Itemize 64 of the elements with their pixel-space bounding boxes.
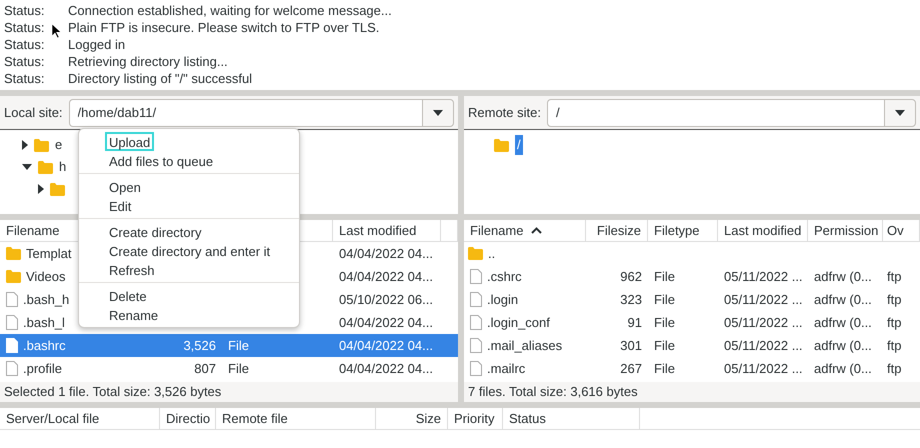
file-size: 323 (619, 290, 643, 309)
file-modified: 05/11/2022 ... (723, 360, 804, 378)
file-type: File (653, 314, 676, 332)
file-size: 3,526 (182, 336, 217, 355)
file-permissions: adfrw (0... (813, 290, 873, 309)
log-message: Logged in (68, 36, 126, 53)
tree-item-label: / (515, 135, 523, 155)
log-label: Status: (4, 53, 44, 70)
file-modified: 04/04/2022 04... (338, 244, 434, 263)
file-modified: 05/10/2022 06... (338, 290, 434, 309)
file-permissions: adfrw (0... (813, 268, 873, 286)
log-message: Retrieving directory listing... (68, 53, 229, 70)
file-name: .mail_aliases (487, 336, 562, 355)
file-owner: ftp (886, 268, 902, 286)
file-type: File (227, 336, 250, 355)
site-label: Local site: (4, 104, 63, 122)
log-label: Status: (4, 2, 44, 19)
log-label: Status: (4, 70, 44, 87)
file-size: 807 (193, 360, 217, 378)
file-name: .. (488, 244, 496, 263)
file-size: 91 (626, 314, 643, 332)
file-size: 962 (619, 268, 643, 286)
file-name: .bash_h (23, 290, 70, 309)
file-name: .bash_l (23, 314, 65, 332)
status-text: 7 files. Total size: 3,616 bytes (464, 382, 920, 402)
file-modified: 05/11/2022 ... (723, 290, 804, 309)
file-permissions: adfrw (0... (813, 336, 873, 355)
tree-item-label: e (55, 136, 62, 154)
file-type: File (653, 290, 676, 309)
log-message: Connection established, waiting for welcome message... (68, 2, 393, 19)
file-owner: ftp (886, 360, 902, 378)
file-name: Videos (26, 268, 66, 286)
file-size: 267 (619, 360, 643, 378)
file-owner: ftp (886, 314, 902, 332)
file-modified: 04/04/2022 04... (338, 314, 434, 332)
file-modified: 05/11/2022 ... (723, 314, 804, 332)
tree-item-label: h (59, 158, 66, 176)
file-permissions: adfrw (0... (813, 360, 873, 378)
file-modified: 04/04/2022 04... (338, 360, 434, 378)
file-type: File (653, 336, 676, 355)
file-modified: 05/11/2022 ... (723, 336, 804, 355)
log-message: Directory listing of "/" successful (68, 70, 254, 87)
file-name: .cshrc (487, 268, 522, 286)
file-name: Templat (26, 244, 72, 263)
file-type: File (227, 360, 250, 378)
file-modified: 05/11/2022 ... (723, 268, 804, 286)
file-name: .mailrc (487, 360, 526, 378)
file-name: .bashrc (23, 336, 66, 355)
file-owner: ftp (886, 290, 902, 309)
log-label: Status: (4, 19, 44, 36)
file-size: 301 (619, 336, 643, 355)
log-label: Status: (4, 36, 44, 53)
file-modified: 04/04/2022 04... (338, 268, 434, 286)
file-modified: 04/04/2022 04... (338, 336, 434, 355)
log-message: Plain FTP is insecure. Please switch to FTP over TLS. (68, 19, 380, 36)
file-type: File (653, 268, 676, 286)
file-permissions: adfrw (0... (813, 314, 873, 332)
file-name: .profile (23, 360, 62, 378)
file-name: .login_conf (487, 314, 550, 332)
status-text: Selected 1 file. Total size: 3,526 bytes (0, 382, 458, 402)
file-name: .login (487, 290, 518, 309)
file-type: File (653, 360, 676, 378)
site-label: Remote site: (468, 104, 541, 122)
file-owner: ftp (886, 336, 902, 355)
